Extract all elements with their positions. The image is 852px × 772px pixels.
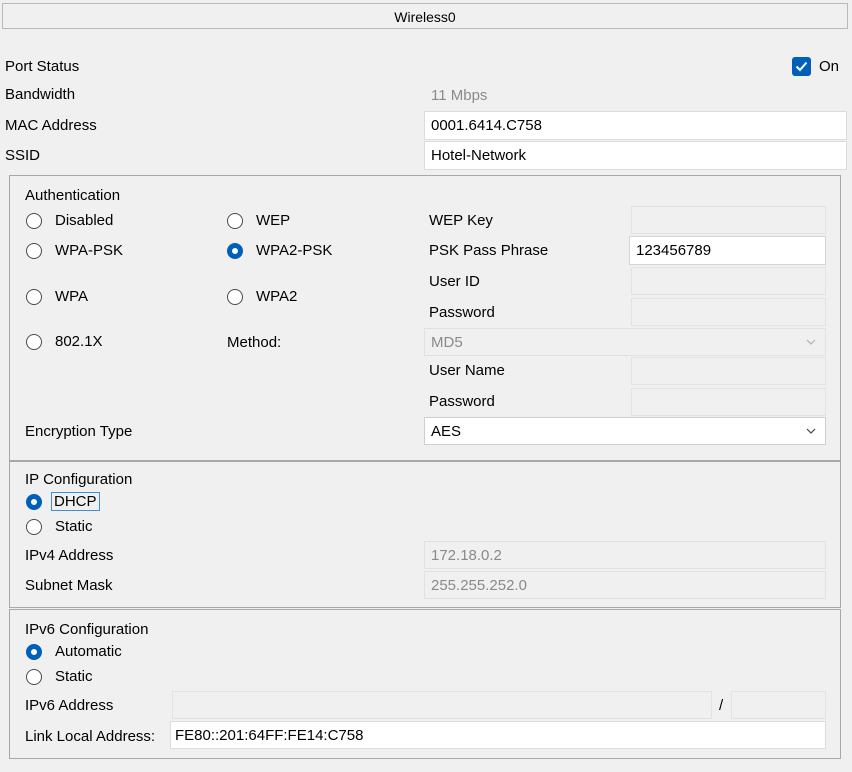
auth-wpa2-radio[interactable] <box>227 289 243 305</box>
user-id-label: User ID <box>429 273 480 290</box>
auth-wep-label: WEP <box>256 212 291 229</box>
password-input[interactable] <box>631 298 826 326</box>
ipv6-configuration-label: IPv6 Configuration <box>25 621 149 638</box>
ip-dhcp-label: DHCP <box>51 492 100 511</box>
port-status-label: Port Status <box>5 58 80 75</box>
ip-static-label: Static <box>55 518 93 535</box>
ip-dhcp-radio[interactable] <box>26 494 42 510</box>
auth-wpa-psk-radio[interactable] <box>26 243 42 259</box>
link-local-address-input[interactable]: FE80::201:64FF:FE14:C758 <box>170 721 826 749</box>
subnet-mask-label: Subnet Mask <box>25 577 113 594</box>
encryption-type-value: AES <box>431 422 462 440</box>
ipv6-address-label: IPv6 Address <box>25 697 114 714</box>
password2-label: Password <box>429 393 495 410</box>
auth-8021x-radio[interactable] <box>26 334 42 350</box>
psk-pass-phrase-input[interactable]: 123456789 <box>629 236 826 265</box>
ipv4-address-label: IPv4 Address <box>25 547 114 564</box>
auth-wpa-label: WPA <box>55 288 89 305</box>
bandwidth-field: 11 Mbps <box>424 81 847 109</box>
bandwidth-label: Bandwidth <box>5 86 76 103</box>
chevron-down-icon <box>806 339 816 345</box>
port-on-label: On <box>819 58 840 75</box>
ipv6-prefix-separator: / <box>719 697 724 714</box>
psk-pass-phrase-label: PSK Pass Phrase <box>429 242 549 259</box>
subnet-mask-input: 255.255.252.0 <box>424 571 826 599</box>
port-on-checkbox[interactable] <box>792 57 811 76</box>
chevron-down-icon <box>806 428 816 434</box>
auth-8021x-label: 802.1X <box>55 333 103 350</box>
method-label: Method: <box>227 334 282 351</box>
method-dropdown: MD5 <box>424 328 826 356</box>
authentication-label: Authentication <box>25 187 121 204</box>
password2-input[interactable] <box>631 388 826 416</box>
window-title: Wireless0 <box>2 3 848 29</box>
ipv6-static-label: Static <box>55 668 93 685</box>
ipv6-prefix-input <box>731 691 826 719</box>
user-name-label: User Name <box>429 362 505 379</box>
user-id-input[interactable] <box>631 267 826 295</box>
auth-wep-radio[interactable] <box>227 213 243 229</box>
ipv6-static-radio[interactable] <box>26 669 42 685</box>
ip-configuration-label: IP Configuration <box>25 471 133 488</box>
wep-key-label: WEP Key <box>429 212 493 229</box>
auth-wpa2-psk-radio[interactable] <box>227 243 243 259</box>
user-name-input[interactable] <box>631 357 826 385</box>
wep-key-input[interactable] <box>631 206 826 234</box>
ip-static-radio[interactable] <box>26 519 42 535</box>
encryption-type-label: Encryption Type <box>25 423 133 440</box>
check-icon <box>795 61 808 72</box>
mac-address-input[interactable]: 0001.6414.C758 <box>424 111 847 140</box>
ssid-label: SSID <box>5 147 41 164</box>
auth-disabled-label: Disabled <box>55 212 114 229</box>
auth-disabled-radio[interactable] <box>26 213 42 229</box>
ipv6-automatic-radio[interactable] <box>26 644 42 660</box>
link-local-address-label: Link Local Address: <box>25 728 156 745</box>
auth-wpa2-label: WPA2 <box>256 288 298 305</box>
ipv6-automatic-label: Automatic <box>55 643 122 660</box>
password-label: Password <box>429 304 495 321</box>
mac-address-label: MAC Address <box>5 117 97 134</box>
ipv4-address-input: 172.18.0.2 <box>424 541 826 569</box>
auth-wpa2-psk-label: WPA2-PSK <box>256 242 333 259</box>
ipv6-address-input <box>172 691 712 719</box>
ssid-input[interactable]: Hotel-Network <box>424 141 847 170</box>
auth-wpa-radio[interactable] <box>26 289 42 305</box>
auth-wpa-psk-label: WPA-PSK <box>55 242 124 259</box>
encryption-type-dropdown[interactable]: AES <box>424 417 826 445</box>
method-value: MD5 <box>431 333 463 351</box>
